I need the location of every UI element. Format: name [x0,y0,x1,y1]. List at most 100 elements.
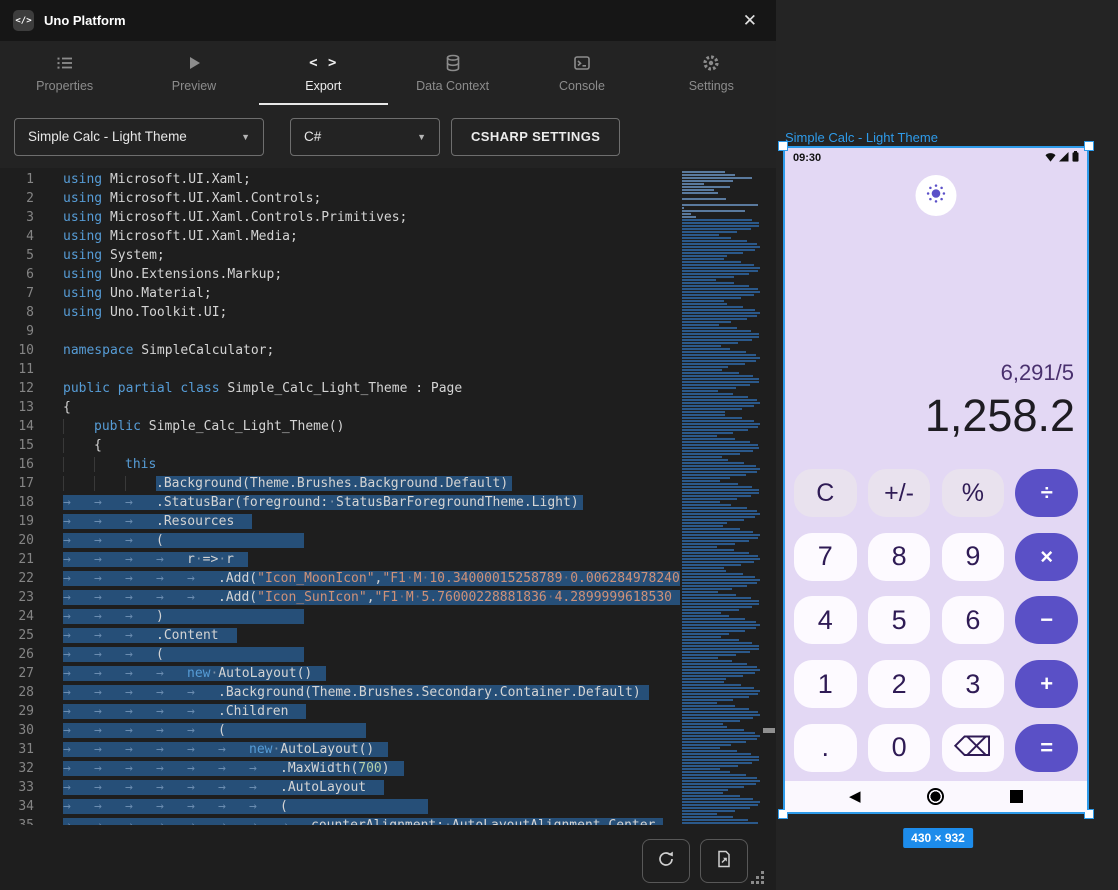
code-line: 28→→→→→.Background(Theme.Brushes.Seconda… [0,685,680,704]
tab-label: Preview [172,79,216,93]
code-line: 19→→→.Resources [0,514,680,533]
key-plus-minus[interactable]: +/- [868,469,931,517]
code-line: 25→→→.Content [0,628,680,647]
theme-toggle-button[interactable] [916,175,957,216]
tab-settings[interactable]: Settings [647,41,776,105]
scrollbar[interactable] [762,168,776,825]
editor-footer [0,825,776,890]
key-minus[interactable]: − [1015,596,1078,644]
code-line: 21→→→→r·=>·r [0,552,680,571]
key-equals[interactable]: = [1015,724,1078,772]
export-file-button[interactable] [700,839,748,883]
code-line: 10namespace SimpleCalculator; [0,343,680,362]
language-select[interactable]: C# ▼ [290,118,440,156]
code-line: 14 public Simple_Calc_Light_Theme() [0,419,680,438]
key-divide[interactable]: ÷ [1015,469,1078,517]
calc-expression: 6,291/5 [1001,360,1074,386]
code-line: 15 { [0,438,680,457]
key-8[interactable]: 8 [868,533,931,581]
code-line: 1using Microsoft.UI.Xaml; [0,172,680,191]
size-badge: 430 × 932 [903,828,973,848]
minimap[interactable] [682,171,762,825]
language-select-value: C# [304,129,321,144]
key-4[interactable]: 4 [794,596,857,644]
tab-label: Console [559,79,605,93]
uno-platform-panel: </> Uno Platform ✕ Properties Preview < … [0,0,776,890]
code-line: 11 [0,362,680,381]
phone-preview[interactable]: 09:30 6,291/5 1,258.2 C+/-%÷789×456−123+… [783,146,1089,814]
key-backspace[interactable]: ⌫ [942,724,1005,772]
code-line: 31→→→→→→new·AutoLayout() [0,742,680,761]
code-line: 33→→→→→→→.AutoLayout [0,780,680,799]
key-1[interactable]: 1 [794,660,857,708]
code-line: 22→→→→→.Add("Icon_MoonIcon","F1·M·10.340… [0,571,680,590]
phone-label[interactable]: Simple Calc - Light Theme [785,130,938,145]
refresh-button[interactable] [642,839,690,883]
chevron-down-icon: ▼ [417,132,426,142]
code-line: 20→→→( [0,533,680,552]
close-icon[interactable]: ✕ [737,10,763,31]
code-line: 34→→→→→→→( [0,799,680,818]
settings-gear-icon [702,54,720,72]
key-0[interactable]: 0 [868,724,931,772]
window-title: Uno Platform [44,13,126,28]
tab-console[interactable]: Console [517,41,646,105]
key-3[interactable]: 3 [942,660,1005,708]
code-line: 6using Uno.Extensions.Markup; [0,267,680,286]
code-line: 23→→→→→.Add("Icon_SunIcon","F1·M·5.76000… [0,590,680,609]
status-icons [1045,149,1079,167]
tab-properties[interactable]: Properties [0,41,129,105]
tab-data-context[interactable]: Data Context [388,41,517,105]
tab-label: Properties [36,79,93,93]
tab-preview[interactable]: Preview [129,41,258,105]
csharp-settings-button[interactable]: CSHARP SETTINGS [451,118,620,156]
scrollbar-thumb[interactable] [763,728,775,733]
key-percent[interactable]: % [942,469,1005,517]
code-line: 12public partial class Simple_Calc_Light… [0,381,680,400]
export-file-icon [714,849,734,874]
tab-label: Export [305,79,341,93]
console-terminal-icon [573,54,591,72]
tabbar: Properties Preview < > Export Data Conte… [0,41,776,105]
code-editor[interactable]: 1using Microsoft.UI.Xaml;2using Microsof… [0,168,776,825]
key-5[interactable]: 5 [868,596,931,644]
code-line: 26→→→( [0,647,680,666]
battery-icon [1072,149,1079,167]
export-code-icon: < > [309,54,337,72]
key-decimal[interactable]: . [794,724,857,772]
key-clear[interactable]: C [794,469,857,517]
chevron-down-icon: ▼ [241,132,250,142]
code-line: 29→→→→→.Children [0,704,680,723]
toolbar: Simple Calc - Light Theme ▼ C# ▼ CSHARP … [0,105,776,168]
code-line: 32→→→→→→→.MaxWidth(700) [0,761,680,780]
titlebar: </> Uno Platform ✕ [0,0,776,41]
uno-platform-logo-icon: </> [13,10,34,31]
key-multiply[interactable]: × [1015,533,1078,581]
key-7[interactable]: 7 [794,533,857,581]
key-2[interactable]: 2 [868,660,931,708]
code-line: 5using System; [0,248,680,267]
code-line: 35→→→→→→→→counterAlignment:·AutoLayoutAl… [0,818,680,825]
resize-grip[interactable] [761,881,764,884]
calc-keypad: C+/-%÷ 789× 456− 123+.0⌫= [794,469,1078,772]
sun-icon [926,183,947,209]
recents-icon[interactable] [1010,790,1023,803]
theme-select[interactable]: Simple Calc - Light Theme ▼ [14,118,264,156]
wifi-icon [1045,149,1056,167]
code-line: 9 [0,324,680,343]
key-6[interactable]: 6 [942,596,1005,644]
code-line: 8using Uno.Toolkit.UI; [0,305,680,324]
key-9[interactable]: 9 [942,533,1005,581]
code-line: 7using Uno.Material; [0,286,680,305]
phone-status-bar: 09:30 [785,148,1087,168]
tab-export[interactable]: < > Export [259,41,388,105]
key-plus[interactable]: + [1015,660,1078,708]
home-icon[interactable] [927,788,944,805]
tab-label: Settings [689,79,734,93]
back-icon[interactable]: ◀ [849,789,861,804]
preview-canvas[interactable]: Simple Calc - Light Theme 09:30 [776,0,1118,890]
code-line: 2using Microsoft.UI.Xaml.Controls; [0,191,680,210]
status-time: 09:30 [793,152,821,164]
theme-select-value: Simple Calc - Light Theme [28,129,187,144]
code-line: 13{ [0,400,680,419]
